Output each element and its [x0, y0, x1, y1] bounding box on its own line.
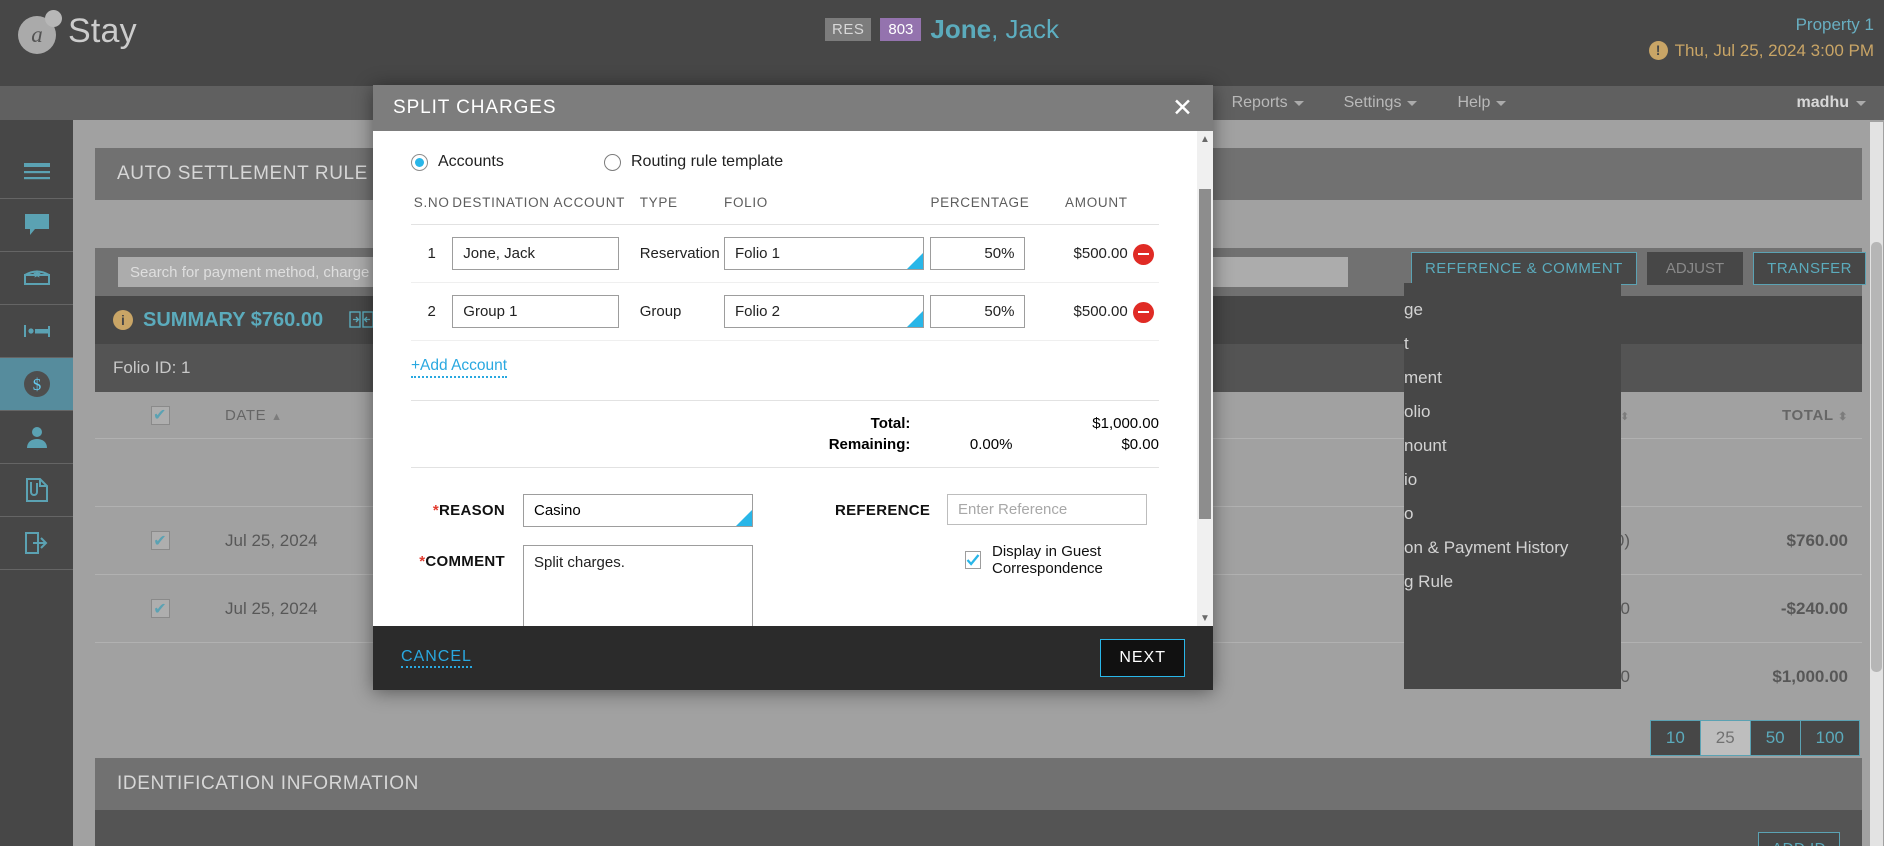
form-right-column: REFERENCE Display in Guest Correspondenc… [811, 494, 1159, 626]
reference-correspondence-checkbox[interactable] [965, 551, 981, 569]
split-row: 2 Group Folio 2 $500.00 [411, 282, 1159, 341]
header-sno: S.NO [411, 195, 453, 225]
row-delete-cell [1127, 282, 1159, 341]
split-row: 1 Reservation Folio 1 $500.00 [411, 224, 1159, 283]
comment-field-row: *COMMENT [411, 545, 811, 626]
remaining-amount: $0.00 [1121, 436, 1159, 453]
totals-table: Total: $1,000.00 Remaining: 0.00% $0.00 [411, 413, 1159, 455]
form-left-column: *REASON Casino *COMMENT Split charges. [411, 494, 811, 626]
dialog-body: Accounts Routing rule template S.NO DEST… [373, 131, 1213, 626]
reason-dropdown[interactable]: Casino [523, 494, 753, 527]
folio-dropdown[interactable]: Folio 2 [724, 295, 924, 328]
header-actions [1127, 195, 1159, 225]
comment-textarea[interactable] [523, 545, 753, 626]
dialog-scrollbar[interactable]: ▲ ▼ [1197, 131, 1213, 626]
dialog-header: SPLIT CHARGES ✕ [373, 85, 1213, 131]
radio-routing-label: Routing rule template [631, 153, 784, 170]
remaining-label: Remaining: [828, 436, 911, 453]
screen: a Stay RES 803 Jone, Jack Property 1 ! T… [0, 0, 1884, 846]
percentage-input[interactable] [930, 295, 1026, 328]
folio-dropdown[interactable]: Folio 1 [724, 237, 924, 270]
total-amount: $1,000.00 [1092, 415, 1159, 432]
reference-input[interactable] [947, 494, 1147, 525]
row-amount: $500.00 [1045, 282, 1128, 341]
destination-account-input[interactable] [452, 237, 620, 270]
reference-label: REFERENCE [835, 502, 931, 519]
split-accounts-table: S.NO DESTINATION ACCOUNT TYPE FOLIO PERC… [411, 195, 1159, 341]
reason-value: Casino [534, 502, 581, 519]
row-destination-cell [452, 282, 640, 341]
header-type: TYPE [639, 195, 724, 225]
destination-account-input[interactable] [452, 295, 620, 328]
header-folio: FOLIO [724, 195, 931, 225]
row-type: Reservation [639, 224, 724, 283]
remaining-percentage: 0.00% [969, 436, 1013, 453]
dialog-title: SPLIT CHARGES [393, 97, 557, 118]
reason-label: *REASON [411, 494, 523, 519]
row-delete-cell [1127, 224, 1159, 283]
radio-accounts-indicator [411, 153, 428, 171]
row-sno: 1 [411, 224, 453, 283]
check-icon [966, 554, 980, 566]
table-body: 1 Reservation Folio 1 $500.00 [411, 224, 1159, 341]
add-account-link[interactable]: +Add Account [411, 357, 508, 378]
row-sno: 2 [411, 282, 453, 341]
row-folio-cell: Folio 1 [724, 224, 931, 283]
dialog-scroll-area: Accounts Routing rule template S.NO DEST… [373, 131, 1197, 626]
reference-correspondence-label: Display in Guest Correspondence [992, 543, 1103, 577]
radio-routing-rule-template[interactable]: Routing rule template [604, 153, 783, 171]
row-percentage-cell [930, 224, 1046, 283]
reference-correspondence-row: Display in Guest Correspondence [965, 543, 1159, 577]
header-destination-account: DESTINATION ACCOUNT [452, 195, 640, 225]
reference-field-row: REFERENCE [835, 494, 1159, 525]
reference-correspondence-checkbox-row[interactable]: Display in Guest Correspondence [965, 543, 1159, 577]
dialog-scrollbar-thumb[interactable] [1199, 189, 1211, 519]
total-label: Total: [870, 415, 911, 432]
scroll-down-icon[interactable]: ▼ [1197, 610, 1213, 626]
scroll-up-icon[interactable]: ▲ [1197, 131, 1213, 147]
radio-accounts[interactable]: Accounts [411, 153, 604, 171]
radio-accounts-label: Accounts [438, 153, 504, 170]
table-head: S.NO DESTINATION ACCOUNT TYPE FOLIO PERC… [411, 195, 1159, 225]
dialog-footer: CANCEL NEXT [373, 626, 1213, 690]
details-form: *REASON Casino *COMMENT Split charges. R… [411, 494, 1159, 626]
totals-row-total: Total: $1,000.00 [411, 413, 1159, 434]
row-type: Group [639, 282, 724, 341]
row-percentage-cell [930, 282, 1046, 341]
split-charges-dialog: SPLIT CHARGES ✕ Accounts Routing rule te… [373, 85, 1213, 690]
comment-label: *COMMENT [411, 545, 523, 570]
remove-row-icon[interactable] [1132, 243, 1154, 265]
close-icon[interactable]: ✕ [1172, 95, 1193, 121]
reason-field-row: *REASON Casino [411, 494, 811, 527]
header-amount: AMOUNT [1045, 195, 1128, 225]
comment-label-text: COMMENT [425, 553, 505, 570]
percentage-input[interactable] [930, 237, 1026, 270]
folio-dropdown-value: Folio 2 [735, 303, 781, 320]
table-header-row: S.NO DESTINATION ACCOUNT TYPE FOLIO PERC… [411, 195, 1159, 225]
remove-row-icon[interactable] [1132, 301, 1154, 323]
totals-section: Total: $1,000.00 Remaining: 0.00% $0.00 [411, 400, 1159, 468]
row-destination-cell [452, 224, 640, 283]
row-amount: $500.00 [1045, 224, 1128, 283]
folio-dropdown-value: Folio 1 [735, 245, 781, 262]
mode-radio-group: Accounts Routing rule template [411, 153, 1159, 171]
cancel-button[interactable]: CANCEL [401, 648, 472, 668]
row-folio-cell: Folio 2 [724, 282, 931, 341]
totals-row-remaining: Remaining: 0.00% $0.00 [411, 434, 1159, 455]
radio-routing-indicator [604, 153, 621, 171]
header-percentage: PERCENTAGE [930, 195, 1046, 225]
next-button[interactable]: NEXT [1100, 639, 1185, 677]
total-percentage [910, 413, 1022, 434]
reason-label-text: REASON [439, 502, 505, 519]
